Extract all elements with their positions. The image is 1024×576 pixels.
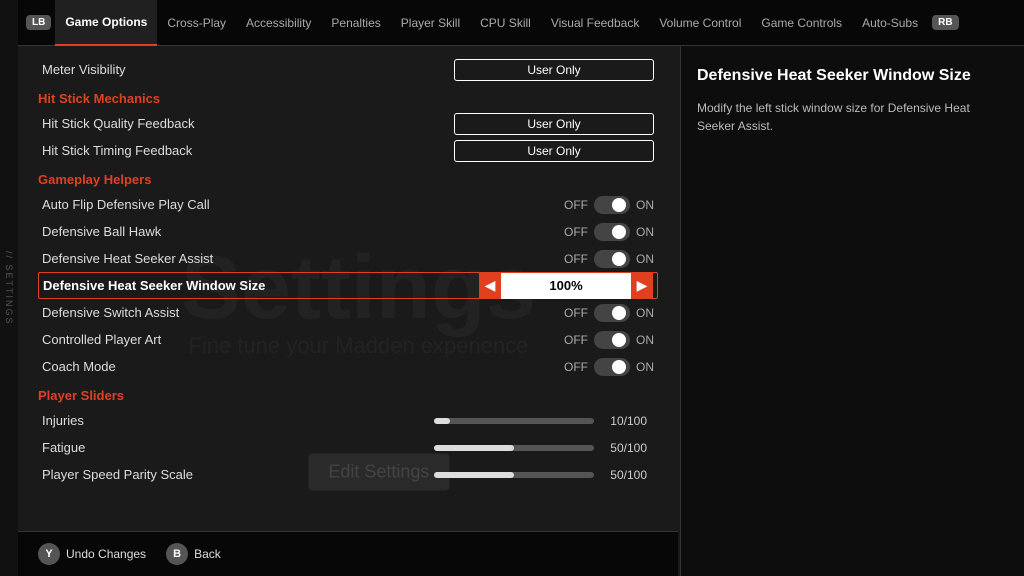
main-content: Meter Visibility User Only Hit Stick Mec… bbox=[18, 46, 678, 531]
coach-mode-on-label: ON bbox=[636, 360, 654, 374]
bottom-bar: Y Undo Changes B Back bbox=[18, 531, 678, 576]
coach-mode-toggle-group: OFF ON bbox=[564, 358, 654, 376]
switch-assist-on-label: ON bbox=[636, 306, 654, 320]
switch-assist-label: Defensive Switch Assist bbox=[42, 305, 564, 320]
controlled-player-art-toggle[interactable] bbox=[594, 331, 630, 349]
back-label: Back bbox=[194, 547, 221, 561]
nav-game-options[interactable]: Game Options bbox=[55, 0, 157, 46]
undo-changes-button[interactable]: Y Undo Changes bbox=[38, 543, 146, 565]
ball-hawk-label: Defensive Ball Hawk bbox=[42, 224, 564, 239]
fatigue-slider-bar[interactable] bbox=[434, 445, 594, 451]
controlled-player-art-label: Controlled Player Art bbox=[42, 332, 564, 347]
right-panel-title: Defensive Heat Seeker Window Size bbox=[697, 66, 1008, 87]
heat-seeker-assist-toggle[interactable] bbox=[594, 250, 630, 268]
undo-label: Undo Changes bbox=[66, 547, 146, 561]
speed-parity-row: Player Speed Parity Scale 50/100 bbox=[38, 461, 658, 488]
injuries-slider-group: 10/100 bbox=[434, 414, 654, 428]
nav-cpu-skill[interactable]: CPU Skill bbox=[470, 0, 541, 46]
meter-visibility-row: Meter Visibility User Only bbox=[38, 56, 658, 83]
coach-mode-off-label: OFF bbox=[564, 360, 588, 374]
heat-seeker-assist-toggle-group: OFF ON bbox=[564, 250, 654, 268]
injuries-row: Injuries 10/100 bbox=[38, 407, 658, 434]
controlled-player-art-row: Controlled Player Art OFF ON bbox=[38, 326, 658, 353]
heat-seeker-assist-off-label: OFF bbox=[564, 252, 588, 266]
nav-penalties[interactable]: Penalties bbox=[321, 0, 390, 46]
controlled-player-art-toggle-group: OFF ON bbox=[564, 331, 654, 349]
hit-stick-timing-dropdown[interactable]: User Only bbox=[454, 140, 654, 162]
nav-game-controls[interactable]: Game Controls bbox=[751, 0, 852, 46]
nav-player-skill[interactable]: Player Skill bbox=[391, 0, 470, 46]
injuries-slider-value: 10/100 bbox=[602, 414, 647, 428]
speed-parity-slider-fill bbox=[434, 472, 514, 478]
hit-stick-quality-dropdown[interactable]: User Only bbox=[454, 113, 654, 135]
fatigue-row: Fatigue 50/100 bbox=[38, 434, 658, 461]
auto-flip-toggle[interactable] bbox=[594, 196, 630, 214]
back-icon: B bbox=[166, 543, 188, 565]
nav-cross-play[interactable]: Cross-Play bbox=[157, 0, 236, 46]
gameplay-helpers-section-label: Gameplay Helpers bbox=[38, 172, 658, 187]
controlled-player-art-on-label: ON bbox=[636, 333, 654, 347]
nav-volume-control[interactable]: Volume Control bbox=[649, 0, 751, 46]
switch-assist-toggle[interactable] bbox=[594, 304, 630, 322]
heat-seeker-assist-on-label: ON bbox=[636, 252, 654, 266]
right-panel: Defensive Heat Seeker Window Size Modify… bbox=[680, 46, 1024, 576]
undo-icon: Y bbox=[38, 543, 60, 565]
ball-hawk-row: Defensive Ball Hawk OFF ON bbox=[38, 218, 658, 245]
hit-stick-quality-row: Hit Stick Quality Feedback User Only bbox=[38, 110, 658, 137]
coach-mode-label: Coach Mode bbox=[42, 359, 564, 374]
heat-seeker-assist-row: Defensive Heat Seeker Assist OFF ON bbox=[38, 245, 658, 272]
hit-stick-quality-label: Hit Stick Quality Feedback bbox=[42, 116, 454, 131]
heat-seeker-window-label: Defensive Heat Seeker Window Size bbox=[43, 278, 479, 293]
switch-assist-off-label: OFF bbox=[564, 306, 588, 320]
hit-stick-timing-row: Hit Stick Timing Feedback User Only bbox=[38, 137, 658, 164]
hit-stick-timing-label: Hit Stick Timing Feedback bbox=[42, 143, 454, 158]
speed-parity-slider-group: 50/100 bbox=[434, 468, 654, 482]
heat-seeker-window-decrease[interactable]: ◀ bbox=[479, 273, 501, 299]
ball-hawk-toggle[interactable] bbox=[594, 223, 630, 241]
sidebar: // SETTINGS bbox=[0, 0, 18, 576]
heat-seeker-assist-label: Defensive Heat Seeker Assist bbox=[42, 251, 564, 266]
auto-flip-toggle-group: OFF ON bbox=[564, 196, 654, 214]
nav-auto-subs[interactable]: Auto-Subs bbox=[852, 0, 928, 46]
fatigue-slider-group: 50/100 bbox=[434, 441, 654, 455]
auto-flip-on-label: ON bbox=[636, 198, 654, 212]
controlled-player-art-off-label: OFF bbox=[564, 333, 588, 347]
speed-parity-slider-value: 50/100 bbox=[602, 468, 647, 482]
nav-accessibility[interactable]: Accessibility bbox=[236, 0, 321, 46]
switch-assist-toggle-group: OFF ON bbox=[564, 304, 654, 322]
fatigue-slider-fill bbox=[434, 445, 514, 451]
fatigue-slider-value: 50/100 bbox=[602, 441, 647, 455]
back-button[interactable]: B Back bbox=[166, 543, 221, 565]
heat-seeker-window-control: ◀ 100% ▶ bbox=[479, 273, 653, 299]
auto-flip-row: Auto Flip Defensive Play Call OFF ON bbox=[38, 191, 658, 218]
speed-parity-slider-bar[interactable] bbox=[434, 472, 594, 478]
nav-visual-feedback[interactable]: Visual Feedback bbox=[541, 0, 650, 46]
injuries-slider-bar[interactable] bbox=[434, 418, 594, 424]
auto-flip-off-label: OFF bbox=[564, 198, 588, 212]
hit-stick-section-label: Hit Stick Mechanics bbox=[38, 91, 658, 106]
heat-seeker-window-increase[interactable]: ▶ bbox=[631, 273, 653, 299]
sidebar-label: // SETTINGS bbox=[4, 251, 14, 326]
ball-hawk-toggle-group: OFF ON bbox=[564, 223, 654, 241]
auto-flip-label: Auto Flip Defensive Play Call bbox=[42, 197, 564, 212]
switch-assist-row: Defensive Switch Assist OFF ON bbox=[38, 299, 658, 326]
meter-visibility-dropdown[interactable]: User Only bbox=[454, 59, 654, 81]
heat-seeker-window-row: Defensive Heat Seeker Window Size ◀ 100%… bbox=[38, 272, 658, 299]
coach-mode-toggle[interactable] bbox=[594, 358, 630, 376]
ball-hawk-on-label: ON bbox=[636, 225, 654, 239]
lb-button[interactable]: LB bbox=[26, 15, 51, 30]
meter-visibility-label: Meter Visibility bbox=[42, 62, 454, 77]
injuries-slider-fill bbox=[434, 418, 450, 424]
fatigue-label: Fatigue bbox=[42, 440, 434, 455]
injuries-label: Injuries bbox=[42, 413, 434, 428]
right-panel-description: Modify the left stick window size for De… bbox=[697, 99, 1008, 135]
speed-parity-label: Player Speed Parity Scale bbox=[42, 467, 434, 482]
top-nav: LB Game Options Cross-Play Accessibility… bbox=[18, 0, 1024, 46]
heat-seeker-window-value: 100% bbox=[501, 273, 631, 299]
player-sliders-section-label: Player Sliders bbox=[38, 388, 658, 403]
ball-hawk-off-label: OFF bbox=[564, 225, 588, 239]
rb-button[interactable]: RB bbox=[932, 15, 958, 30]
coach-mode-row: Coach Mode OFF ON bbox=[38, 353, 658, 380]
